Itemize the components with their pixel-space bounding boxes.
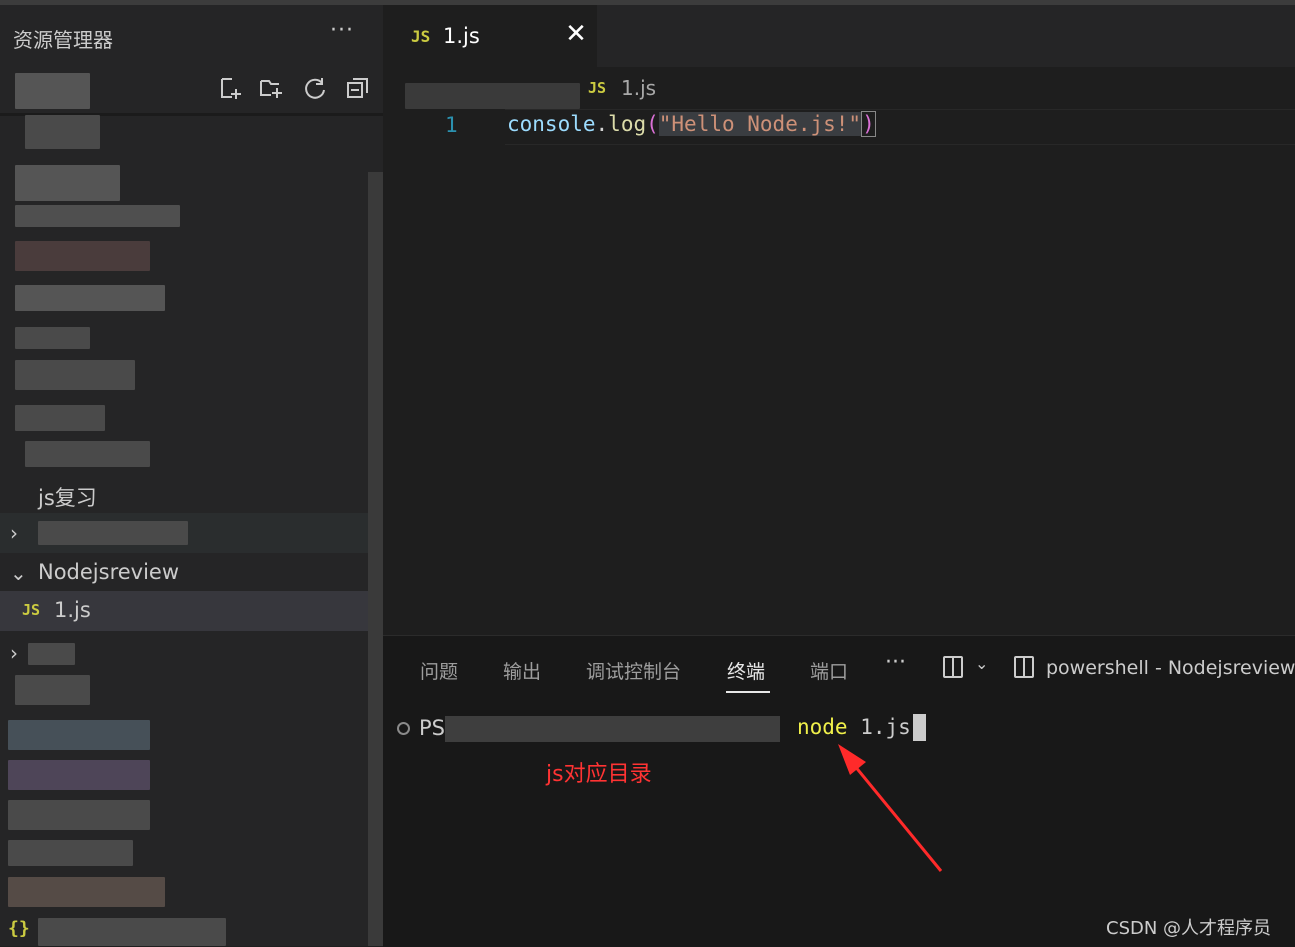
new-file-icon[interactable] [218, 75, 244, 101]
tree-folder-collapsed[interactable]: › [0, 633, 368, 673]
tree-item-blurred[interactable] [8, 800, 150, 830]
editor-tab-bar: JS 1.js ✕ [383, 5, 1295, 67]
tree-item-js-review[interactable]: js复习 [0, 475, 368, 515]
tree-folder-nodejsreview[interactable]: ⌄ Nodejsreview [0, 553, 368, 593]
tree-item-blurred[interactable] [15, 205, 180, 227]
new-folder-icon[interactable] [258, 75, 284, 101]
tree-item-blurred[interactable] [8, 720, 150, 750]
js-file-icon: JS [22, 601, 41, 619]
tree-item-label: 1.js [54, 598, 91, 622]
code-token-function: log [608, 112, 647, 136]
chevron-right-icon: › [10, 641, 18, 665]
line-number: 1 [445, 113, 458, 137]
explorer-sidebar: 资源管理器 ··· js复习 › ⌄ Nodejsreview JS 1.js … [0, 5, 383, 946]
tree-item-blurred[interactable] [15, 675, 90, 705]
tree-item-label: js复习 [38, 486, 97, 510]
tree-item-blurred[interactable] [25, 441, 150, 467]
code-token-paren-close: ) [861, 111, 876, 137]
tree-item-blurred[interactable] [15, 165, 120, 201]
code-token-paren-open: ( [646, 112, 659, 136]
code-token-dot: . [595, 112, 609, 136]
chevron-right-icon: › [10, 521, 18, 545]
breadcrumb-file[interactable]: 1.js [621, 76, 656, 100]
collapse-all-icon[interactable] [345, 75, 371, 101]
refresh-icon[interactable] [302, 75, 328, 101]
tree-item-blurred [28, 643, 75, 665]
tree-item-blurred[interactable] [8, 840, 133, 866]
explorer-title: 资源管理器 [13, 28, 113, 52]
tree-item-blurred[interactable] [8, 877, 165, 907]
code-token-string: "Hello Node.js!" [658, 112, 862, 136]
workspace-name-blurred [15, 73, 90, 109]
bottom-panel: 问题 输出 调试控制台 终端 端口 ··· ⌄ powershell - Nod… [383, 635, 1295, 947]
tree-item-blurred[interactable] [15, 327, 90, 349]
code-token-object: console [507, 112, 596, 136]
tree-item-blurred[interactable] [15, 360, 135, 390]
tree-item-blurred[interactable] [15, 405, 105, 431]
explorer-toolbar [0, 65, 383, 115]
code-editor[interactable]: JS 1.js 1 console.log("Hello Node.js!") [383, 67, 1295, 635]
chevron-down-icon: ⌄ [10, 561, 27, 585]
tree-item-label: Nodejsreview [38, 560, 180, 584]
breadcrumb-folder-blurred[interactable] [405, 83, 580, 109]
tab-label: 1.js [443, 24, 480, 48]
js-file-icon: JS [588, 79, 607, 97]
tree-item-blurred[interactable] [15, 241, 150, 271]
watermark: CSDN @人才程序员 [1106, 918, 1272, 939]
code-line[interactable]: console.log("Hello Node.js!") [507, 111, 876, 137]
tab-1js[interactable]: JS 1.js ✕ [383, 5, 597, 67]
js-file-icon: JS [411, 27, 431, 46]
tree-item-blurred[interactable] [8, 760, 150, 790]
more-actions-icon[interactable]: ··· [330, 18, 354, 43]
tree-file-package-json[interactable]: {} [0, 910, 368, 946]
annotation-arrow [838, 744, 943, 872]
tree-item-blurred[interactable] [25, 115, 100, 149]
tree-item-blurred [38, 521, 188, 545]
tree-item-blurred[interactable] [15, 285, 165, 311]
tree-file-1js[interactable]: JS 1.js [0, 591, 368, 631]
tree-item-blurred [38, 918, 226, 946]
json-file-icon: {} [8, 918, 30, 939]
close-icon[interactable]: ✕ [563, 19, 589, 49]
tree-folder-node-modules[interactable]: › [0, 513, 368, 553]
sidebar-scrollbar[interactable] [368, 172, 383, 946]
